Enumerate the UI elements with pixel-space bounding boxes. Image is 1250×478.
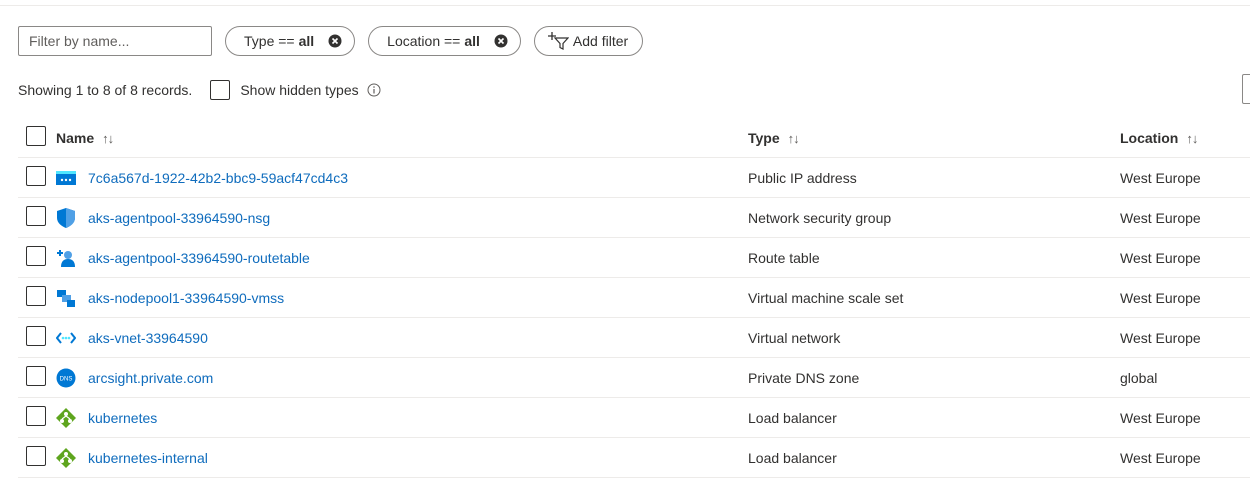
table-row: DNS arcsight.private.com Private DNS zon… <box>18 357 1250 398</box>
resource-type: Virtual machine scale set <box>748 277 1120 318</box>
type-filter-value: all <box>298 33 315 49</box>
row-checkbox[interactable] <box>26 286 46 306</box>
row-checkbox[interactable] <box>26 366 46 386</box>
resource-type: Route table <box>748 237 1120 278</box>
view-toggle-button[interactable] <box>1242 74 1250 104</box>
show-hidden-types-label: Show hidden types <box>240 82 359 98</box>
dns-icon-text: DNS <box>60 376 73 382</box>
resource-type: Private DNS zone <box>748 357 1120 398</box>
sort-arrows-icon: ↑↓ <box>1186 130 1198 146</box>
add-filter-icon <box>547 32 569 50</box>
column-header-location[interactable]: Location ↑↓ <box>1120 118 1250 158</box>
resource-location: West Europe <box>1120 277 1250 318</box>
sort-arrows-icon: ↑↓ <box>787 130 800 146</box>
filter-bar: Type == all Location == all Add filter <box>18 25 644 57</box>
resource-link[interactable]: kubernetes-internal <box>88 450 208 466</box>
vnet-icon <box>56 328 76 348</box>
dns-icon: DNS <box>56 368 76 388</box>
resource-location: global <box>1120 357 1250 398</box>
resource-location: West Europe <box>1120 237 1250 278</box>
type-filter-label: Type == <box>244 33 295 49</box>
resources-table: Name ↑↓ Type ↑↓ Location ↑↓ 7c6a567d-1922-4… <box>18 118 1250 478</box>
resource-type: Load balancer <box>748 437 1120 478</box>
remove-location-filter-icon[interactable] <box>494 34 508 48</box>
column-header-name[interactable]: Name ↑↓ <box>56 118 748 158</box>
row-checkbox[interactable] <box>26 206 46 226</box>
status-row: Showing 1 to 8 of 8 records. Show hidden… <box>18 77 381 103</box>
resource-type: Load balancer <box>748 397 1120 438</box>
filter-by-name-input[interactable] <box>18 26 212 56</box>
resource-location: West Europe <box>1120 157 1250 198</box>
table-row: kubernetes-internal Load balancer West E… <box>18 437 1250 478</box>
resource-link[interactable]: aks-agentpool-33964590-nsg <box>88 210 270 226</box>
resource-location: West Europe <box>1120 317 1250 358</box>
load-balancer-icon <box>56 407 76 428</box>
resource-location: West Europe <box>1120 437 1250 478</box>
public-ip-icon <box>56 168 76 188</box>
info-icon[interactable] <box>367 83 381 97</box>
remove-type-filter-icon[interactable] <box>328 34 342 48</box>
column-header-type[interactable]: Type ↑↓ <box>748 118 1120 158</box>
select-all-checkbox[interactable] <box>26 126 46 146</box>
show-hidden-types-checkbox[interactable] <box>210 80 231 100</box>
type-filter-pill[interactable]: Type == all <box>225 26 356 56</box>
resource-type: Public IP address <box>748 157 1120 198</box>
resource-link[interactable]: aks-vnet-33964590 <box>88 330 208 346</box>
resource-type: Network security group <box>748 197 1120 238</box>
add-filter-label: Add filter <box>572 33 629 49</box>
record-count-text: Showing 1 to 8 of 8 records. <box>18 82 193 98</box>
resource-location: West Europe <box>1120 197 1250 238</box>
resource-link[interactable]: kubernetes <box>88 410 157 426</box>
resource-link[interactable]: 7c6a567d-1922-42b2-bbc9-59acf47cd4c3 <box>88 170 348 186</box>
top-divider <box>0 5 1250 6</box>
resource-link[interactable]: aks-agentpool-33964590-routetable <box>88 250 310 266</box>
row-checkbox[interactable] <box>26 406 46 426</box>
shield-icon <box>56 207 76 228</box>
row-checkbox[interactable] <box>26 446 46 466</box>
add-filter-button[interactable]: Add filter <box>533 26 644 56</box>
resource-location: West Europe <box>1120 397 1250 438</box>
row-checkbox[interactable] <box>26 326 46 346</box>
row-checkbox[interactable] <box>26 246 46 266</box>
table-row: 7c6a567d-1922-42b2-bbc9-59acf47cd4c3 Pub… <box>18 157 1250 198</box>
table-row: aks-agentpool-33964590-nsg Network secur… <box>18 197 1250 238</box>
table-header-row: Name ↑↓ Type ↑↓ Location ↑↓ <box>18 118 1250 158</box>
table-row: aks-agentpool-33964590-routetable Route … <box>18 237 1250 278</box>
resource-link[interactable]: aks-nodepool1-33964590-vmss <box>88 290 284 306</box>
resource-link[interactable]: arcsight.private.com <box>88 370 213 386</box>
table-row: aks-nodepool1-33964590-vmss Virtual mach… <box>18 277 1250 318</box>
table-row: kubernetes Load balancer West Europe <box>18 397 1250 438</box>
row-checkbox[interactable] <box>26 166 46 186</box>
location-filter-value: all <box>464 33 480 49</box>
location-filter-pill[interactable]: Location == all <box>368 26 521 56</box>
vmss-icon <box>56 288 76 308</box>
load-balancer-icon <box>56 447 76 468</box>
table-row: aks-vnet-33964590 Virtual network West E… <box>18 317 1250 358</box>
sort-arrows-icon: ↑↓ <box>102 130 114 146</box>
location-filter-label: Location == <box>387 33 461 49</box>
resource-type: Virtual network <box>748 317 1120 358</box>
route-table-icon <box>56 248 76 268</box>
